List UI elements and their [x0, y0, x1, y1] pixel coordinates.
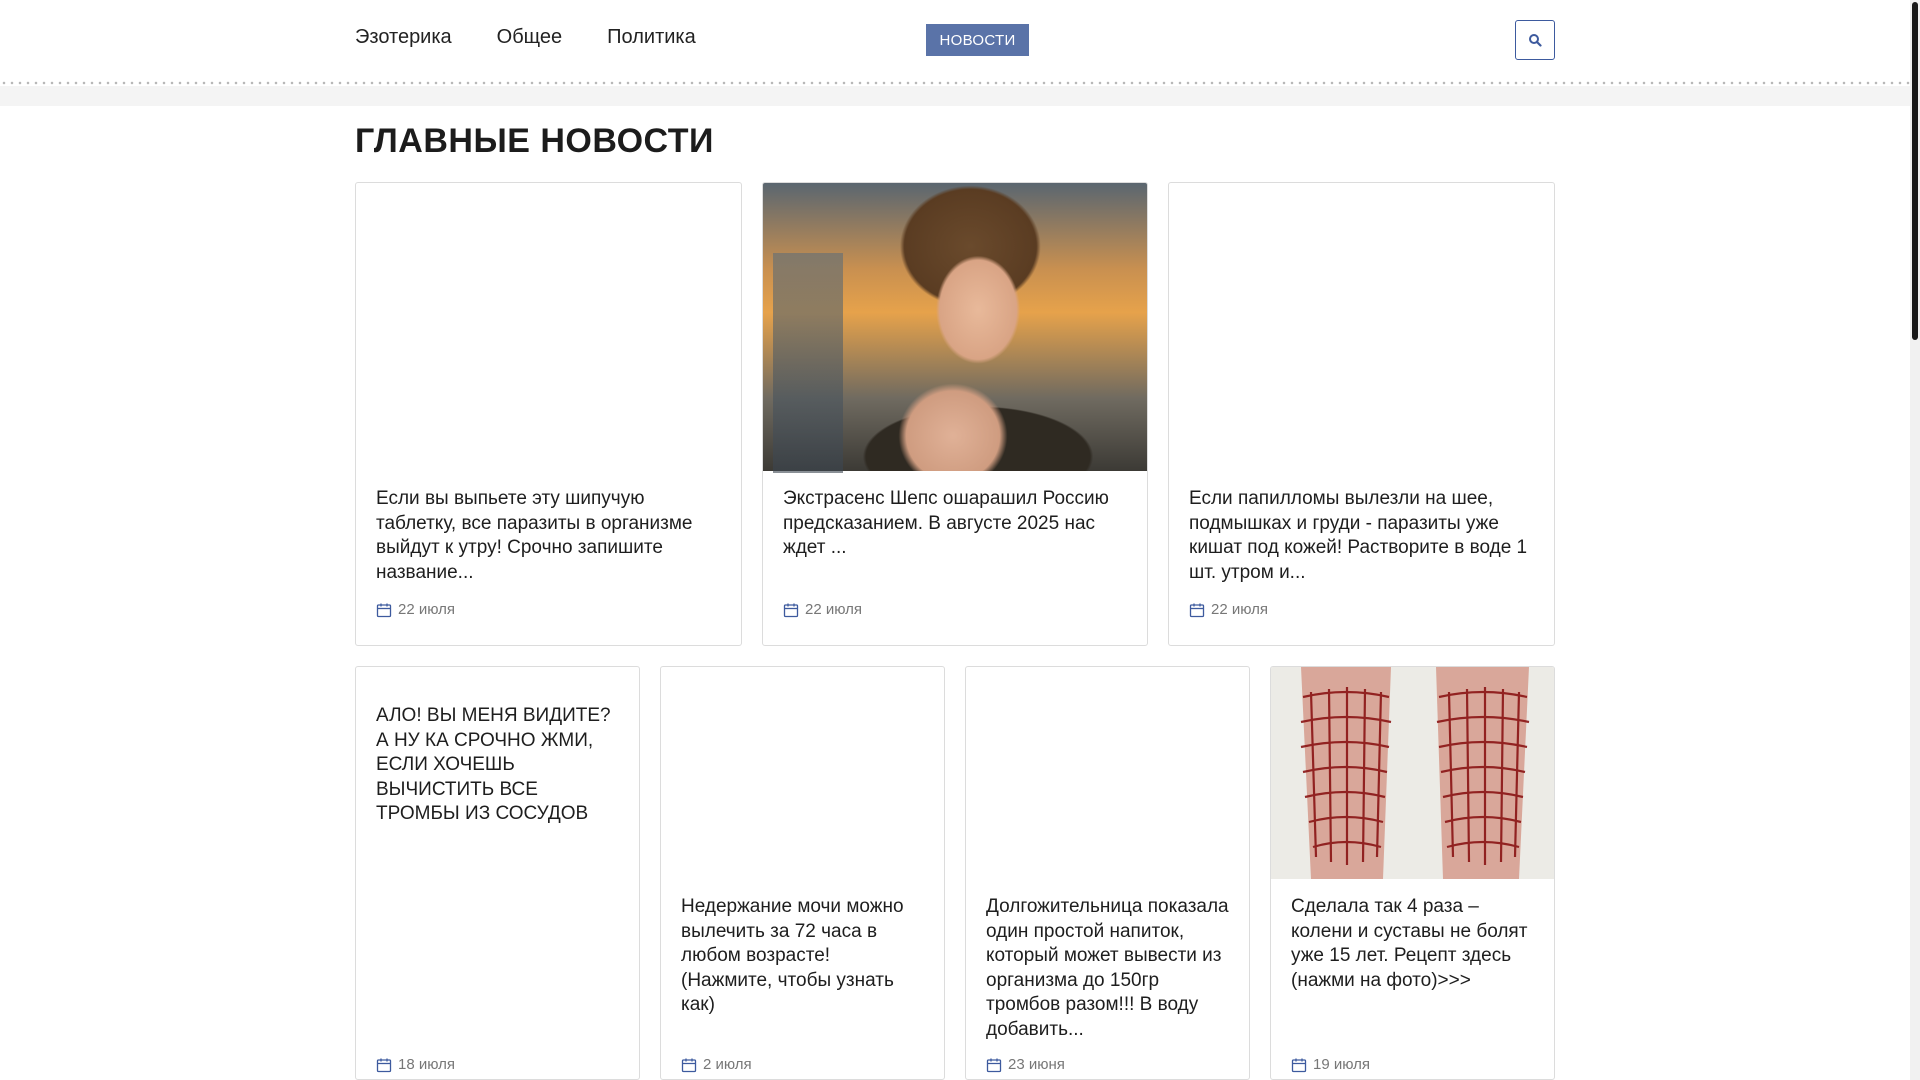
- card-date-text: 22 июля: [398, 601, 456, 618]
- knees-illustration: [1300, 667, 1530, 879]
- news-card[interactable]: Долгожительница показала один простой на…: [965, 666, 1250, 1080]
- image-building: [773, 253, 843, 473]
- card-image-placeholder[interactable]: [356, 183, 741, 471]
- card-image-placeholder[interactable]: [1169, 183, 1554, 471]
- header: Эзотерика Общее Политика НОВОСТИ: [0, 0, 1910, 106]
- scrollbar[interactable]: [1910, 0, 1920, 1080]
- card-image-placeholder[interactable]: [661, 667, 944, 879]
- news-button[interactable]: НОВОСТИ: [926, 24, 1029, 56]
- card-date-text: 18 июля: [398, 1056, 456, 1073]
- card-date-text: 2 июля: [703, 1056, 752, 1073]
- calendar-icon: [1291, 1058, 1307, 1072]
- card-date: 22 июля: [783, 601, 862, 618]
- card-date-text: 22 июля: [1211, 601, 1269, 618]
- card-image-knees[interactable]: [1271, 667, 1554, 879]
- header-strip: [0, 86, 1910, 106]
- search-button[interactable]: [1515, 20, 1555, 60]
- section-title: ГЛАВНЫЕ НОВОСТИ: [355, 122, 714, 160]
- news-card[interactable]: Если вы выпьете эту шипучую таблетку, вс…: [355, 182, 742, 646]
- card-date-text: 22 июля: [805, 601, 863, 618]
- main-nav: Эзотерика Общее Политика: [355, 26, 696, 49]
- card-title[interactable]: Долгожительница показала один простой на…: [986, 895, 1229, 1043]
- card-title[interactable]: АЛО! ВЫ МЕНЯ ВИДИТЕ? А НУ КА СРОЧНО ЖМИ,…: [376, 704, 619, 827]
- news-card[interactable]: АЛО! ВЫ МЕНЯ ВИДИТЕ? А НУ КА СРОЧНО ЖМИ,…: [355, 666, 640, 1080]
- card-image-placeholder[interactable]: [966, 667, 1249, 879]
- card-date: 22 июля: [376, 601, 455, 618]
- calendar-icon: [1189, 603, 1205, 617]
- card-date: 18 июля: [376, 1056, 455, 1073]
- nav-item-general[interactable]: Общее: [497, 26, 563, 49]
- card-date: 22 июля: [1189, 601, 1268, 618]
- scrollbar-thumb[interactable]: [1912, 2, 1918, 340]
- nav-item-politics[interactable]: Политика: [607, 26, 696, 49]
- nav-item-esoterics[interactable]: Эзотерика: [355, 26, 452, 49]
- card-date: 2 июля: [681, 1056, 752, 1073]
- search-icon: [1529, 34, 1542, 47]
- calendar-icon: [376, 603, 392, 617]
- card-date-text: 23 июня: [1008, 1056, 1065, 1073]
- news-card[interactable]: Если папилломы вылезли на шее, подмышках…: [1168, 182, 1555, 646]
- card-date: 23 июня: [986, 1056, 1065, 1073]
- card-title[interactable]: Если вы выпьете эту шипучую таблетку, вс…: [376, 487, 721, 585]
- card-title[interactable]: Экстрасенс Шепс ошарашил Россию предсказ…: [783, 487, 1127, 561]
- card-image-portrait[interactable]: [763, 183, 1147, 473]
- card-date-text: 19 июля: [1313, 1056, 1371, 1073]
- calendar-icon: [376, 1058, 392, 1072]
- card-title[interactable]: Сделала так 4 раза – колени и суставы не…: [1291, 895, 1534, 993]
- calendar-icon: [783, 603, 799, 617]
- card-title[interactable]: Если папилломы вылезли на шее, подмышках…: [1189, 487, 1534, 585]
- news-card[interactable]: Экстрасенс Шепс ошарашил Россию предсказ…: [762, 182, 1148, 646]
- calendar-icon: [986, 1058, 1002, 1072]
- image-hands: [898, 383, 1008, 471]
- card-date: 19 июля: [1291, 1056, 1370, 1073]
- calendar-icon: [681, 1058, 697, 1072]
- card-title[interactable]: Недержание мочи можно вылечить за 72 час…: [681, 895, 924, 1018]
- news-card[interactable]: Недержание мочи можно вылечить за 72 час…: [660, 666, 945, 1080]
- news-card[interactable]: Сделала так 4 раза – колени и суставы не…: [1270, 666, 1555, 1080]
